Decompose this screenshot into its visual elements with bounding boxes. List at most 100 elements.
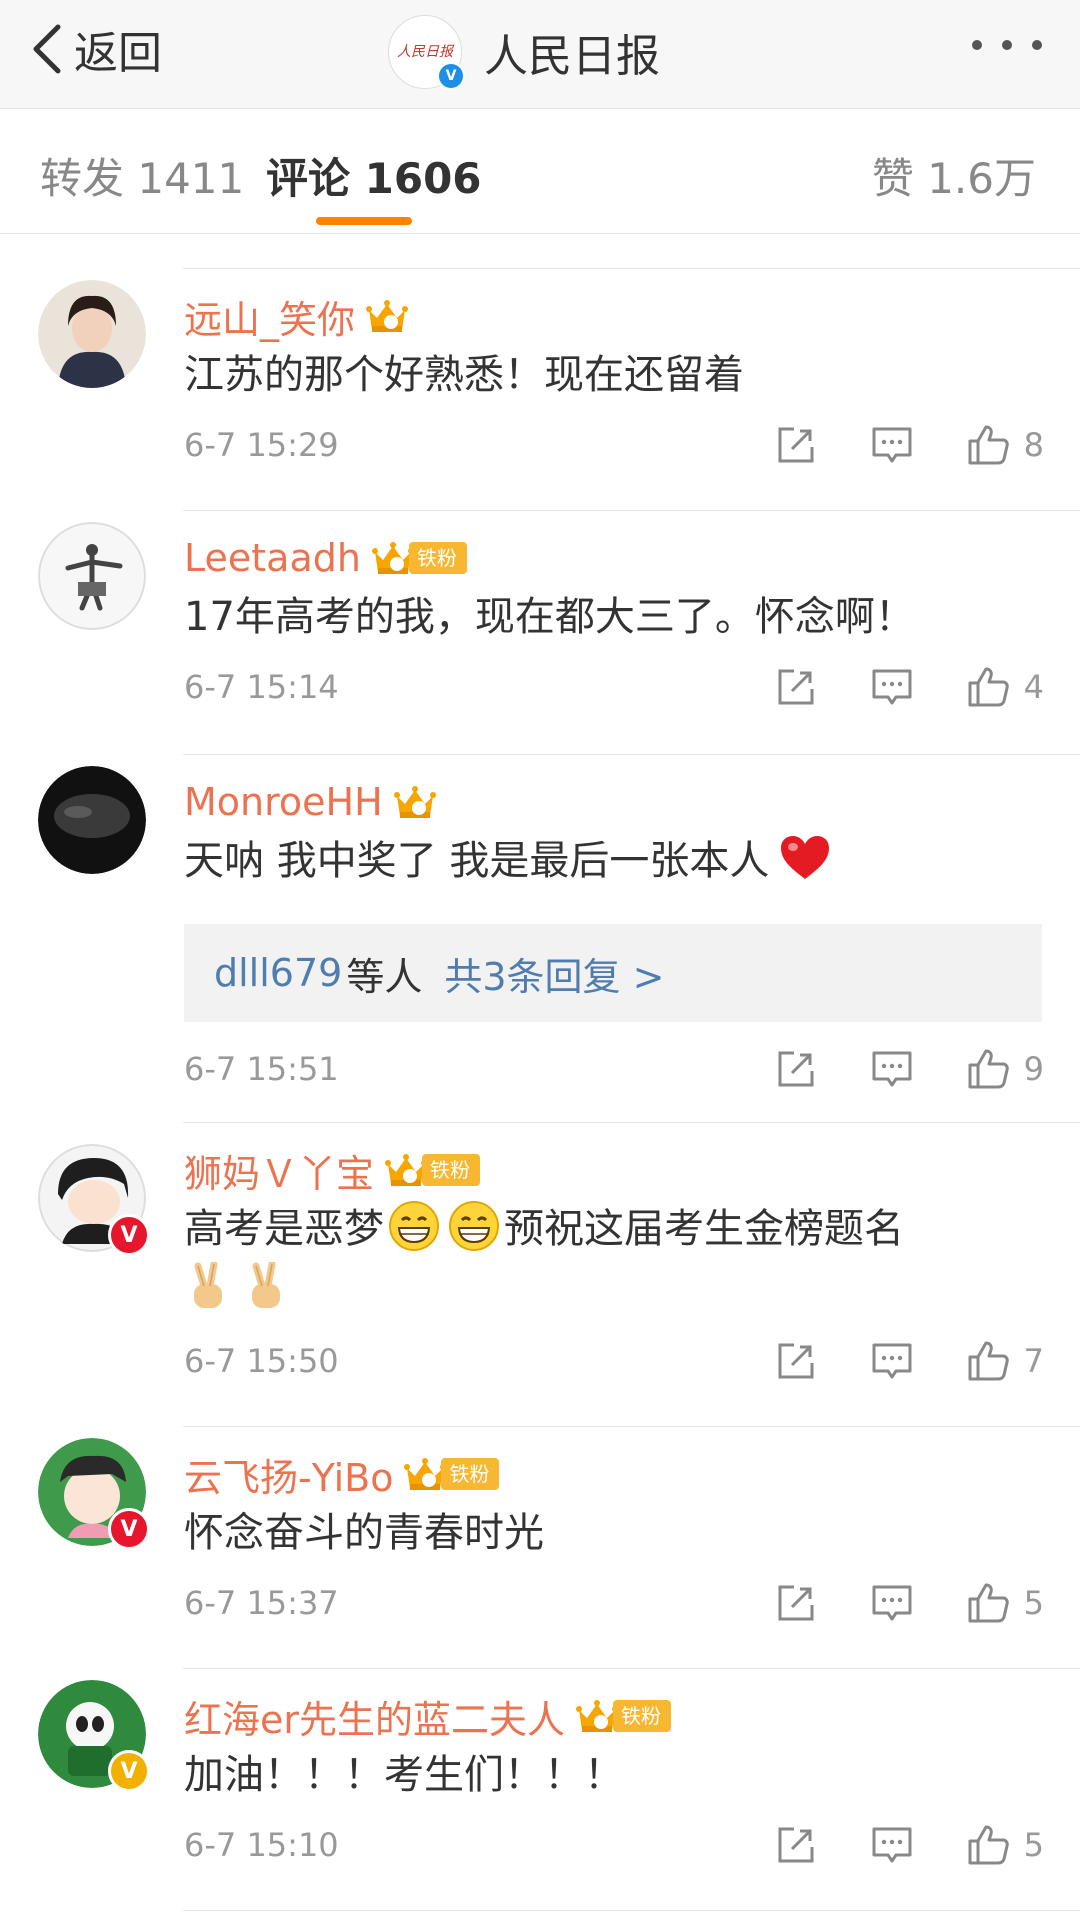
comment-text: 17年高考的我，现在都大三了。怀念啊！	[184, 594, 915, 640]
like-button[interactable]: 7	[966, 1339, 1044, 1383]
comment-text: 加油！！！考生们！！！	[184, 1752, 624, 1798]
share-button[interactable]	[774, 1047, 818, 1091]
like-button[interactable]: 8	[966, 423, 1044, 467]
reply-button[interactable]	[870, 1581, 914, 1625]
divider	[183, 1910, 1080, 1911]
back-button[interactable]: 返回	[28, 14, 162, 84]
like-count: 8	[1023, 426, 1044, 464]
fan-badge: 铁粉	[613, 1700, 672, 1732]
tab-repost[interactable]: 转发 1411	[40, 145, 244, 206]
divider	[183, 510, 1080, 511]
like-count: 5	[1023, 1584, 1044, 1622]
username-row: 云飞扬-YiBo 铁粉	[184, 1446, 500, 1502]
divider	[183, 1122, 1080, 1123]
timestamp: 6-7 15:51	[184, 1050, 339, 1088]
reply-button[interactable]	[870, 423, 914, 467]
reply-icon	[870, 1339, 914, 1383]
share-button[interactable]	[774, 1581, 818, 1625]
comment-text-part: 预祝这届考生金榜题名	[504, 1206, 904, 1252]
reply-button[interactable]	[870, 665, 914, 709]
comment-meta: 6-7 15:51 9	[184, 1044, 1080, 1094]
comment-text: 怀念奋斗的青春时光	[184, 1510, 544, 1556]
fan-badge: 铁粉	[441, 1458, 500, 1490]
share-icon	[774, 1339, 818, 1383]
comment-actions: 7	[774, 1336, 1044, 1386]
like-count: 9	[1023, 1050, 1044, 1088]
reply-preview[interactable]: dlll679 等人 共3条回复 >	[184, 924, 1042, 1022]
username-row: 远山_笑你	[184, 288, 409, 344]
username[interactable]: Leetaadh	[184, 536, 361, 580]
comment-actions: 9	[774, 1044, 1044, 1094]
like-count: 4	[1023, 668, 1044, 706]
fan-badge: 铁粉	[422, 1154, 481, 1186]
like-button[interactable]: 9	[966, 1047, 1044, 1091]
reply-user[interactable]: dlll679	[214, 951, 342, 995]
reply-icon	[870, 665, 914, 709]
comment-meta: 6-7 15:10 5	[184, 1820, 1080, 1870]
username[interactable]: 狮妈Ｖ丫宝	[184, 1143, 374, 1198]
membership-crown-icon	[393, 782, 437, 822]
timestamp: 6-7 15:29	[184, 426, 339, 464]
share-icon	[774, 1047, 818, 1091]
thumbs-up-icon	[966, 1047, 1010, 1091]
share-button[interactable]	[774, 665, 818, 709]
comment-text-content: 天呐 我中奖了 我是最后一张本人	[184, 838, 770, 884]
username-row: MonroeHH	[184, 774, 437, 830]
share-button[interactable]	[774, 1823, 818, 1867]
reply-icon	[870, 1047, 914, 1091]
logo-text: 人民日报	[397, 44, 453, 60]
comment-text: 高考是恶梦 预祝这届考生金榜题名	[184, 1198, 1044, 1322]
username[interactable]: MonroeHH	[184, 780, 383, 824]
tab-likes[interactable]: 赞 1.6万	[872, 145, 1036, 206]
dot-icon	[1002, 40, 1012, 50]
reply-button[interactable]	[870, 1047, 914, 1091]
like-button[interactable]: 5	[966, 1581, 1044, 1625]
account-title-area[interactable]: 人民日报 V 人民日报	[388, 10, 660, 94]
thumbs-up-icon	[966, 423, 1010, 467]
verified-icon: V	[437, 62, 465, 90]
tab-bar: 转发 1411 评论 1606 赞 1.6万	[0, 109, 1080, 234]
more-options-button[interactable]	[972, 30, 1042, 60]
username[interactable]: 远山_笑你	[184, 289, 355, 344]
like-button[interactable]: 5	[966, 1823, 1044, 1867]
username-row: 红海er先生的蓝二夫人 铁粉	[184, 1688, 672, 1744]
reply-icon	[870, 1581, 914, 1625]
dot-icon	[1032, 40, 1042, 50]
like-button[interactable]: 4	[966, 665, 1044, 709]
user-avatar-icon	[38, 766, 146, 874]
username[interactable]: 红海er先生的蓝二夫人	[184, 1689, 565, 1744]
comment-text: 江苏的那个好熟悉！现在还留着	[184, 352, 744, 398]
username-row: Leetaadh 铁粉	[184, 530, 467, 586]
divider	[183, 268, 1080, 269]
avatar[interactable]: V	[38, 1144, 150, 1256]
like-count: 7	[1023, 1342, 1044, 1380]
like-count: 5	[1023, 1826, 1044, 1864]
comment-text-part: 高考是恶梦	[184, 1206, 384, 1252]
avatar[interactable]	[38, 280, 146, 388]
share-button[interactable]	[774, 1339, 818, 1383]
reply-button[interactable]	[870, 1823, 914, 1867]
share-icon	[774, 1823, 818, 1867]
divider	[183, 1668, 1080, 1669]
victory-hand-emoji-icon	[242, 1262, 290, 1314]
reply-icon	[870, 423, 914, 467]
username[interactable]: 云飞扬-YiBo	[184, 1447, 393, 1502]
reply-etc: 等人	[346, 954, 423, 999]
avatar[interactable]	[38, 766, 146, 874]
comment-text: 天呐 我中奖了 我是最后一张本人	[184, 830, 1044, 892]
comment-meta: 6-7 15:14 4	[184, 662, 1080, 712]
reply-button[interactable]	[870, 1339, 914, 1383]
reply-total-link[interactable]: 共3条回复 >	[444, 946, 664, 1001]
thumbs-up-icon	[966, 1823, 1010, 1867]
avatar[interactable]	[38, 522, 146, 630]
dot-icon	[972, 40, 982, 50]
share-button[interactable]	[774, 423, 818, 467]
reply-icon	[870, 1823, 914, 1867]
comment-actions: 8	[774, 420, 1044, 470]
fan-badge: 铁粉	[408, 542, 467, 574]
username-row: 狮妈Ｖ丫宝 铁粉	[184, 1142, 481, 1198]
timestamp: 6-7 15:37	[184, 1584, 339, 1622]
avatar[interactable]: V	[38, 1438, 150, 1550]
thumbs-up-icon	[966, 1339, 1010, 1383]
avatar[interactable]: V	[38, 1680, 150, 1792]
